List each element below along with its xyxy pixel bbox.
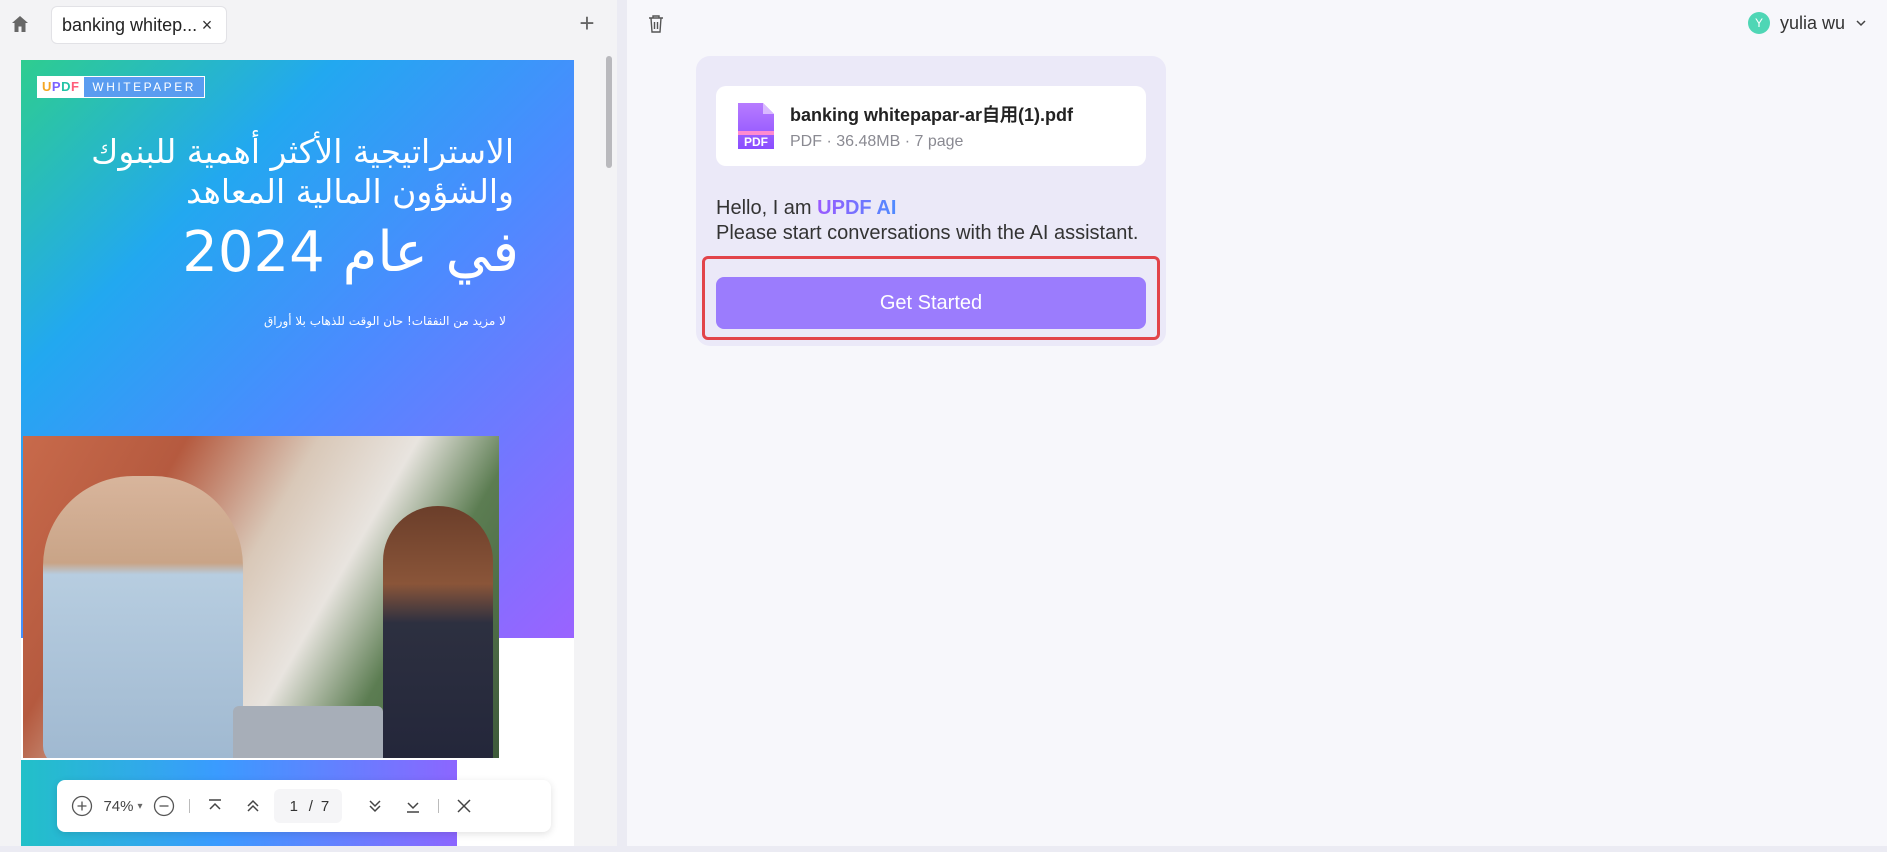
file-card[interactable]: PDF banking whitepapar-ar自用(1).pdf PDF ·…	[716, 86, 1146, 166]
next-page-icon[interactable]	[362, 793, 388, 819]
cover-heading-year: في عام 2024	[182, 220, 519, 285]
file-meta: PDF · 36.48MB · 7 page	[790, 133, 964, 150]
avatar: Y	[1747, 12, 1770, 34]
greeting-text: Hello, I am UPDF AI Please start convers…	[716, 196, 1138, 246]
ai-assistant-pane: Y yulia wu PDF banking whitepapar-ar自用(1…	[627, 0, 1887, 846]
logo-whitepaper-text: WHITEPAPER	[83, 77, 204, 97]
cover-heading-line2: والشؤون المالية المعاهد	[186, 172, 514, 211]
zoom-level: 74%	[103, 797, 134, 815]
zoom-in-icon[interactable]	[69, 793, 95, 819]
previous-page-icon[interactable]	[240, 793, 266, 819]
pdf-file-icon: PDF	[736, 101, 776, 151]
user-name: yulia wu	[1779, 12, 1845, 33]
cover-subheading: لا مزيد من النفقات! حان الوقت للذهاب بلا…	[264, 314, 506, 328]
photo-woman	[383, 506, 493, 758]
close-icon[interactable]: ×	[198, 15, 216, 36]
zoom-out-icon[interactable]	[151, 793, 177, 819]
zoom-toolbar: 74% ▾ / 7	[57, 780, 551, 832]
logo-updf-text: UPDF	[38, 77, 84, 97]
zoom-level-select[interactable]: 74% ▾	[95, 798, 151, 815]
page-number-input[interactable]	[286, 797, 301, 815]
page-indicator: / 7	[274, 789, 342, 823]
cover-photo	[23, 436, 499, 758]
brand-name: UPDF AI	[817, 197, 897, 219]
page-total: 7	[320, 797, 330, 815]
updf-logo: UPDF WHITEPAPER	[37, 76, 205, 98]
chevron-down-icon: ▾	[137, 800, 143, 812]
first-page-icon[interactable]	[202, 793, 228, 819]
chevron-down-icon	[1856, 20, 1866, 27]
last-page-icon[interactable]	[400, 793, 426, 819]
pdf-page: UPDF WHITEPAPER الاستراتيجية الأكثر أهمي…	[21, 60, 574, 846]
pdf-viewer-pane: banking whitep... × + UPDF WHITEPAPER ال…	[0, 0, 617, 846]
page-separator: /	[308, 797, 313, 815]
tab-document[interactable]: banking whitep... ×	[51, 6, 227, 44]
cover-heading-line1: الاستراتيجية الأكثر أهمية للبنوك	[91, 132, 514, 171]
trash-icon[interactable]	[645, 13, 667, 35]
pdf-icon-label: PDF	[744, 135, 768, 149]
photo-laptop	[233, 706, 383, 758]
greeting-prefix: Hello, I am	[716, 197, 818, 219]
greeting-line2: Please start conversations with the AI a…	[716, 222, 1139, 244]
photo-man	[43, 476, 243, 758]
add-tab-icon[interactable]: +	[574, 10, 600, 37]
user-menu[interactable]: Y yulia wu	[1747, 12, 1867, 34]
tab-title: banking whitep...	[62, 14, 198, 35]
file-name: banking whitepapar-ar自用(1).pdf	[790, 105, 1074, 125]
toolbar-divider	[438, 799, 439, 813]
get-started-button[interactable]: Get Started	[716, 277, 1146, 329]
toolbar-divider	[189, 799, 190, 813]
home-icon[interactable]	[8, 12, 32, 36]
document-viewer: UPDF WHITEPAPER الاستراتيجية الأكثر أهمي…	[0, 52, 617, 846]
viewer-scrollbar[interactable]	[606, 56, 612, 168]
welcome-card: PDF banking whitepapar-ar自用(1).pdf PDF ·…	[696, 56, 1166, 346]
close-icon[interactable]	[451, 793, 477, 819]
